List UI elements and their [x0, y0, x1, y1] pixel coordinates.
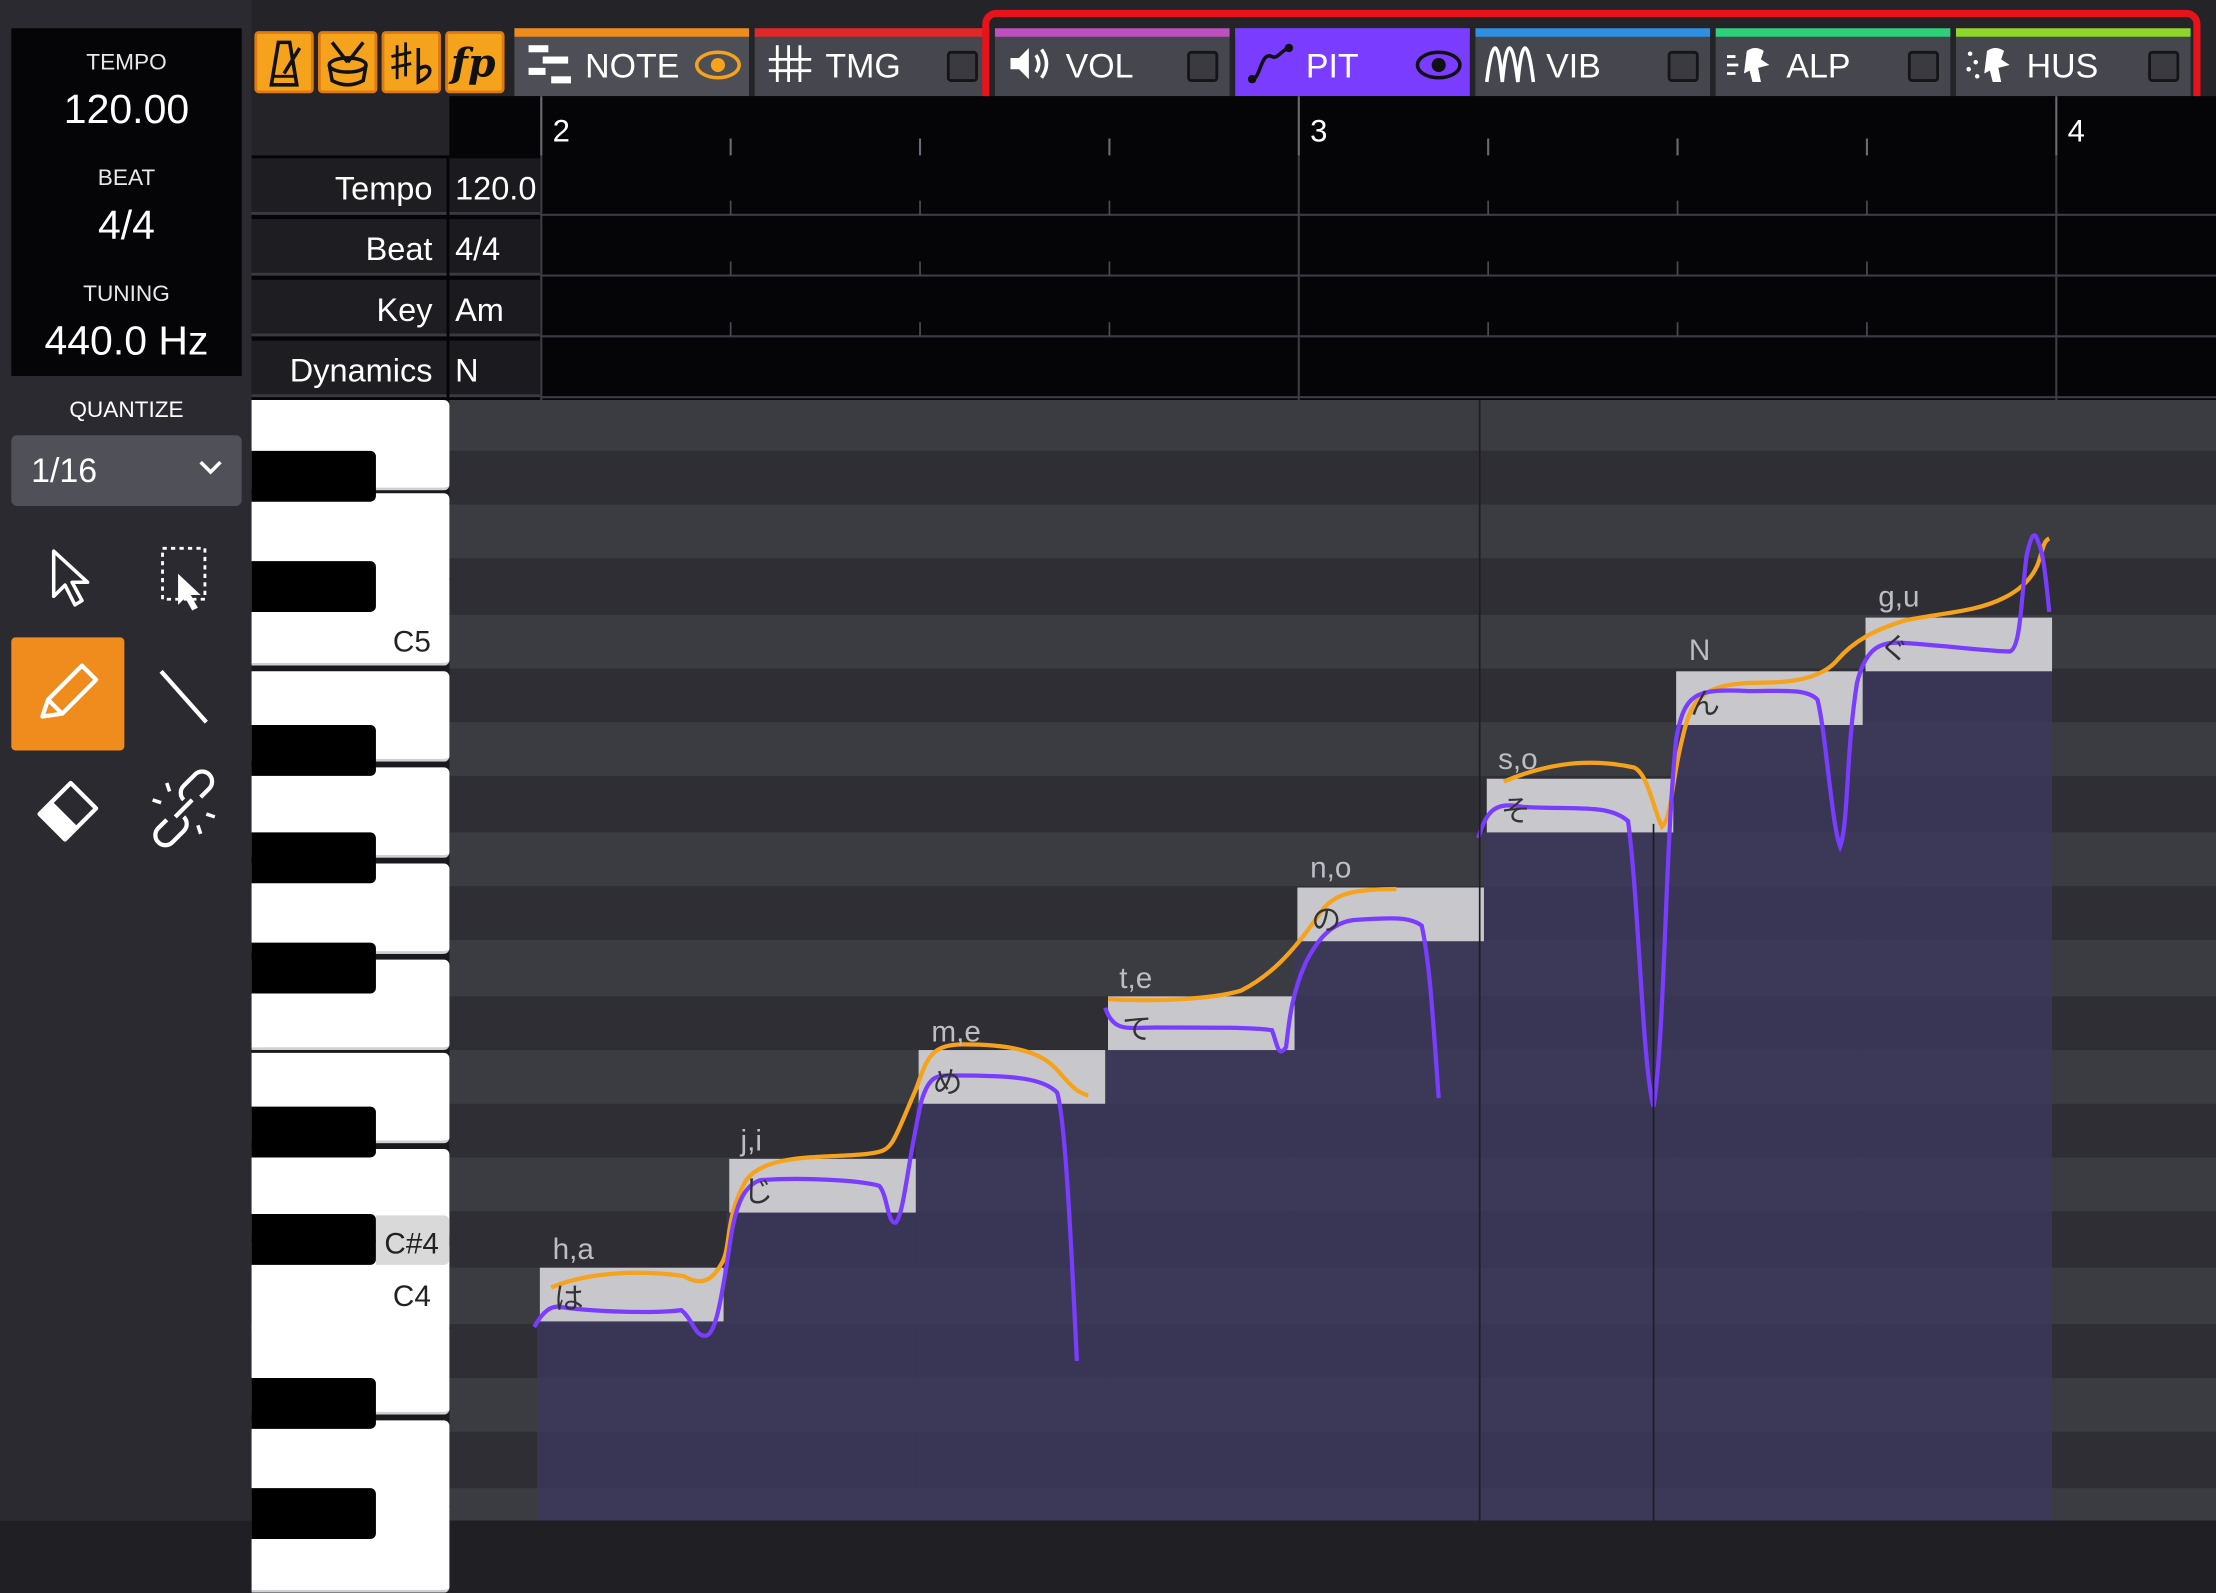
key-label-c4: C4 — [392, 1280, 431, 1313]
note-lyric: t,e — [1119, 962, 1153, 995]
tuning-label: TUNING — [83, 282, 170, 307]
param-value-beat[interactable]: 4/4 — [449, 219, 540, 276]
marquee-select-tool-button[interactable] — [127, 523, 240, 636]
song-info-box[interactable]: TEMPO 120.00 BEAT 4/4 TUNING 440.0 Hz — [11, 28, 242, 376]
bar-number-3: 3 — [1310, 113, 1328, 149]
unlink-icon — [152, 769, 216, 848]
param-label-beat: Beat — [251, 219, 447, 276]
line-icon — [159, 669, 208, 724]
note-lyric: g,u — [1878, 580, 1920, 614]
param-value-key[interactable]: Am — [449, 279, 540, 337]
marquee-select-icon — [161, 546, 207, 611]
note-kana: ぐ — [1879, 633, 1910, 666]
metronome-icon — [269, 40, 302, 87]
tab-timing[interactable]: TMG — [754, 28, 990, 97]
beat-label: BEAT — [97, 166, 156, 191]
note-kana: は — [554, 1283, 584, 1316]
unlink-tool-button[interactable] — [127, 752, 240, 865]
arrow-cursor-icon — [51, 549, 90, 607]
note-lyric: n,o — [1310, 852, 1352, 885]
beat-value[interactable]: 4/4 — [11, 204, 241, 251]
param-value-tempo[interactable]: 120.0 — [449, 158, 540, 215]
param-label-dynamics: Dynamics — [251, 340, 447, 398]
key-label-c5: C5 — [392, 626, 431, 659]
drum-icon — [327, 41, 368, 87]
drum-button[interactable] — [317, 31, 378, 94]
song-parameter-rows: Tempo 120.0 Beat 4/4 Key Am Dynamics N — [251, 155, 2216, 400]
ruler-ticks — [540, 96, 2058, 156]
tab-timing-checkbox[interactable] — [946, 50, 978, 82]
key-label-csharp4: C#4 — [384, 1228, 439, 1261]
sharp-flat-icon — [391, 42, 432, 85]
left-panel: TEMPO 120.00 BEAT 4/4 TUNING 440.0 Hz QU… — [0, 0, 252, 1521]
metronome-button[interactable] — [254, 31, 314, 94]
editor-app: TEMPO 120.00 BEAT 4/4 TUNING 440.0 Hz QU… — [0, 0, 2216, 1593]
note-kana: ん — [1690, 688, 1720, 721]
black-key[interactable] — [251, 1106, 376, 1158]
tab-note-label: NOTE — [585, 48, 680, 87]
bar-number-2: 2 — [552, 113, 570, 149]
quantize-label: QUANTIZE — [69, 398, 184, 423]
black-key[interactable] — [251, 1488, 376, 1540]
note-lyric: N — [1688, 634, 1711, 668]
svg-text:fp: fp — [448, 40, 496, 86]
quantize-value: 1/16 — [31, 452, 98, 491]
note-kana: め — [932, 1067, 963, 1100]
tab-note-stripe — [514, 28, 750, 37]
param-value-dynamics[interactable]: N — [449, 340, 540, 398]
tempo-label: TEMPO — [86, 50, 167, 75]
select-tool-button[interactable] — [11, 523, 124, 636]
quantize-select[interactable]: 1/16 — [11, 435, 242, 506]
tempo-value[interactable]: 120.00 — [11, 88, 241, 135]
note-lyric: m,e — [931, 1016, 981, 1049]
dynamics-fp-icon: fp — [448, 40, 496, 86]
note-kana: の — [1311, 904, 1342, 937]
note-lyric: h,a — [552, 1233, 594, 1267]
black-key[interactable] — [251, 832, 376, 884]
chevron-down-icon — [199, 460, 222, 475]
note-lyric: s,o — [1498, 743, 1538, 776]
note-kana: て — [1122, 1013, 1152, 1046]
param-grid-lines — [539, 155, 2216, 400]
timing-grid-icon — [768, 45, 812, 82]
piano-roll-icon — [528, 45, 571, 84]
black-key[interactable] — [251, 1377, 376, 1429]
highlight-annotation-box — [982, 9, 2201, 109]
black-key[interactable] — [251, 942, 376, 994]
bar-number-4: 4 — [2067, 113, 2085, 149]
pencil-icon — [40, 663, 99, 719]
tab-note[interactable]: NOTE — [514, 28, 750, 97]
black-key[interactable] — [251, 725, 376, 776]
black-key[interactable] — [251, 450, 376, 502]
param-label-tempo: Tempo — [251, 158, 447, 215]
tab-timing-label: TMG — [825, 48, 901, 87]
pencil-tool-button[interactable] — [11, 637, 125, 751]
black-key[interactable] — [251, 1213, 376, 1265]
black-key[interactable] — [251, 561, 376, 612]
timeline-ruler[interactable]: 2 3 4 — [449, 96, 2216, 156]
tab-timing-stripe — [754, 28, 990, 37]
piano-keyboard[interactable]: C5 C#4 C4 — [251, 399, 450, 1593]
eraser-icon — [37, 780, 99, 842]
eraser-tool-button[interactable] — [11, 752, 124, 865]
line-tool-button[interactable] — [127, 637, 240, 750]
dynamics-button[interactable]: fp — [445, 31, 505, 94]
piano-roll-canvas — [449, 399, 2216, 1521]
piano-roll-grid[interactable]: h,a は j,i じ m,e め t,e て n,o の s,o そ N ん … — [449, 399, 2216, 1521]
note-kana: そ — [1500, 795, 1531, 829]
key-signature-button[interactable] — [381, 31, 441, 94]
eye-icon[interactable] — [693, 48, 744, 82]
note-lyric: j,i — [740, 1124, 762, 1158]
note-kana: じ — [743, 1175, 774, 1209]
param-label-key: Key — [251, 279, 447, 337]
tuning-value[interactable]: 440.0 Hz — [11, 319, 241, 366]
